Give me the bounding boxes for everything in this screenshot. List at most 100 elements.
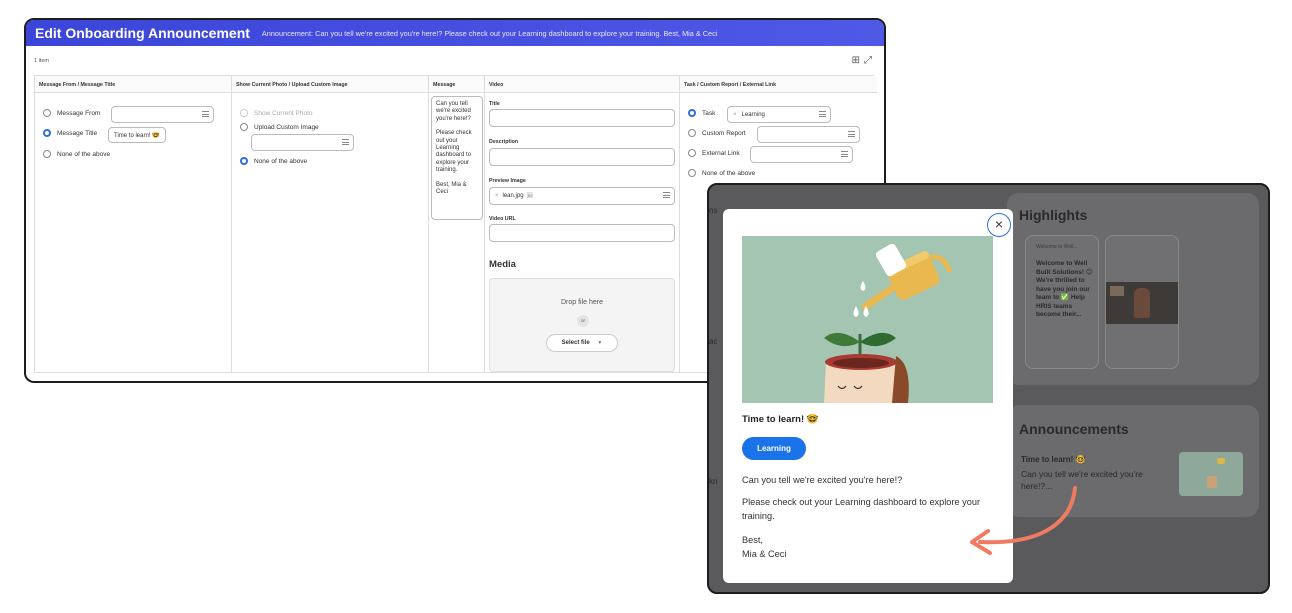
close-button[interactable]: × — [987, 213, 1011, 237]
video-title-label: Title — [489, 101, 500, 107]
task-input[interactable]: × Learning — [727, 106, 831, 123]
column-header: Video — [485, 76, 679, 93]
hero-illustration — [742, 236, 993, 403]
remove-icon[interactable]: × — [495, 193, 499, 199]
list-icon[interactable] — [841, 151, 848, 157]
preview-image-input[interactable]: × lean.jpg 🖼 — [489, 187, 675, 205]
radio-circle[interactable] — [688, 109, 696, 117]
column-header: Show Current Photo / Upload Custom Image — [232, 76, 428, 93]
thumbnail-figure — [1207, 476, 1217, 488]
radio-label: Show Current Photo — [254, 109, 313, 117]
video-url-input[interactable] — [489, 224, 675, 242]
column-message: Message Can you tell we're excited you'r… — [429, 76, 485, 372]
modal-paragraph: Can you tell we're excited you're here!? — [742, 475, 903, 485]
column-header: Message From / Message Title — [35, 76, 231, 93]
announcement-title: Time to learn! 🤓 — [1021, 455, 1086, 464]
column-header: Message — [429, 76, 484, 93]
radio-message-title[interactable]: Message Title — [43, 129, 97, 137]
person-silhouette — [1134, 288, 1150, 318]
column-header: Task / Custom Report / External Link — [680, 76, 877, 93]
task-value: Learning — [741, 111, 765, 118]
radio-external-link[interactable]: External Link — [688, 149, 740, 157]
radio-label: Message From — [57, 109, 101, 117]
modal-signature: Mia & Ceci — [742, 549, 787, 559]
radio-circle[interactable] — [43, 129, 51, 137]
radio-current-photo[interactable]: Show Current Photo — [240, 109, 313, 117]
modal-title: Time to learn! 🤓 — [742, 414, 819, 425]
highlights-card: Highlights Welcome to Well... Welcome to… — [1007, 193, 1259, 385]
chevron-down-icon: ▼ — [597, 340, 603, 346]
radio-none[interactable]: None of the above — [43, 150, 110, 158]
radio-circle[interactable] — [240, 123, 248, 131]
modal-paragraph: Please check out your Learning dashboard… — [742, 497, 981, 521]
media-heading: Media — [489, 259, 516, 270]
modal-signoff: Best, — [742, 535, 763, 545]
announcement-modal: × Time to learn! 🤓 Learning Can you tell… — [723, 209, 1013, 583]
list-icon[interactable] — [819, 111, 826, 117]
photo-detail — [1110, 286, 1124, 296]
expand-icon[interactable]: ⤢ — [864, 55, 872, 66]
or-badge: or — [577, 315, 589, 327]
radio-upload-image[interactable]: Upload Custom Image — [240, 123, 319, 131]
radio-label: None of the above — [254, 157, 308, 165]
learning-button[interactable]: Learning — [742, 437, 806, 460]
image-file-icon: 🖼 — [526, 193, 533, 199]
highlights-heading: Highlights — [1019, 207, 1088, 223]
description-input[interactable] — [489, 148, 675, 166]
radio-label: External Link — [702, 149, 740, 157]
column-message-from: Message From / Message Title Message Fro… — [35, 76, 232, 372]
editor-header: Edit Onboarding Announcement Announcemen… — [26, 20, 884, 46]
video-title-input[interactable] — [489, 109, 675, 127]
radio-circle[interactable] — [240, 109, 248, 117]
external-link-input[interactable] — [750, 146, 853, 163]
column-photo: Show Current Photo / Upload Custom Image… — [232, 76, 429, 372]
file-dropzone[interactable]: Drop file here or Select file ▼ — [489, 278, 675, 372]
radio-label: Upload Custom Image — [254, 123, 319, 131]
item-count: 1 item — [34, 58, 49, 64]
custom-report-input[interactable] — [757, 126, 860, 143]
background-text-fragment: ns — [709, 206, 718, 215]
highlight-photo — [1106, 282, 1178, 324]
radio-circle[interactable] — [43, 109, 51, 117]
announcements-heading: Announcements — [1019, 421, 1129, 437]
radio-circle[interactable] — [688, 169, 696, 177]
radio-task[interactable]: Task — [688, 109, 715, 117]
announcement-snippet: Can you tell we're excited you're here!?… — [1021, 469, 1143, 491]
list-icon[interactable] — [202, 111, 209, 117]
radio-custom-report[interactable]: Custom Report — [688, 129, 746, 137]
highlight-thumbnail[interactable] — [1105, 235, 1179, 369]
message-textarea[interactable]: Can you tell we're excited you're here!?… — [431, 96, 483, 220]
highlight-caption: Welcome to Well... — [1036, 244, 1078, 250]
radio-label: None of the above — [702, 169, 756, 177]
message-paragraph: Can you tell we're excited you're here!? — [436, 101, 471, 122]
radio-circle[interactable] — [43, 150, 51, 158]
announcement-thumbnail[interactable] — [1179, 452, 1243, 496]
select-file-button[interactable]: Select file ▼ — [546, 334, 618, 352]
message-paragraph: Please check out your Learning dashboard… — [436, 130, 472, 174]
radio-message-from[interactable]: Message From — [43, 109, 100, 117]
radio-circle[interactable] — [688, 149, 696, 157]
highlight-thumbnail[interactable]: Welcome to Well... Welcome to Well Built… — [1025, 235, 1099, 369]
list-icon[interactable] — [663, 192, 670, 198]
radio-none[interactable]: None of the above — [240, 157, 307, 165]
remove-icon[interactable]: × — [733, 112, 737, 118]
preview-file-name: lean.jpg — [502, 193, 524, 199]
message-from-input[interactable] — [111, 106, 214, 123]
thumbnail-watering-can — [1217, 458, 1225, 464]
radio-label: Custom Report — [702, 129, 746, 137]
background-text-fragment: kn — [709, 477, 718, 486]
upload-image-input[interactable] — [251, 134, 354, 151]
list-icon[interactable] — [342, 139, 349, 145]
radio-label: None of the above — [57, 150, 111, 158]
radio-circle[interactable] — [688, 129, 696, 137]
list-icon[interactable] — [848, 131, 855, 137]
growing-mind-illustration — [824, 243, 953, 403]
radio-circle[interactable] — [240, 157, 248, 165]
message-title-input[interactable]: Time to learn! 🤓 — [108, 127, 166, 143]
preview-image-label: Preview Image — [489, 178, 526, 184]
highlight-text: Welcome to Well Built Solutions! 😊 We're… — [1036, 260, 1093, 318]
preview-window: ns ac kn Highlights Welcome to Well... W… — [707, 183, 1270, 594]
radio-label: Task — [702, 109, 716, 117]
table-settings-icon[interactable]: ⊞ — [852, 55, 860, 66]
radio-none[interactable]: None of the above — [688, 169, 755, 177]
